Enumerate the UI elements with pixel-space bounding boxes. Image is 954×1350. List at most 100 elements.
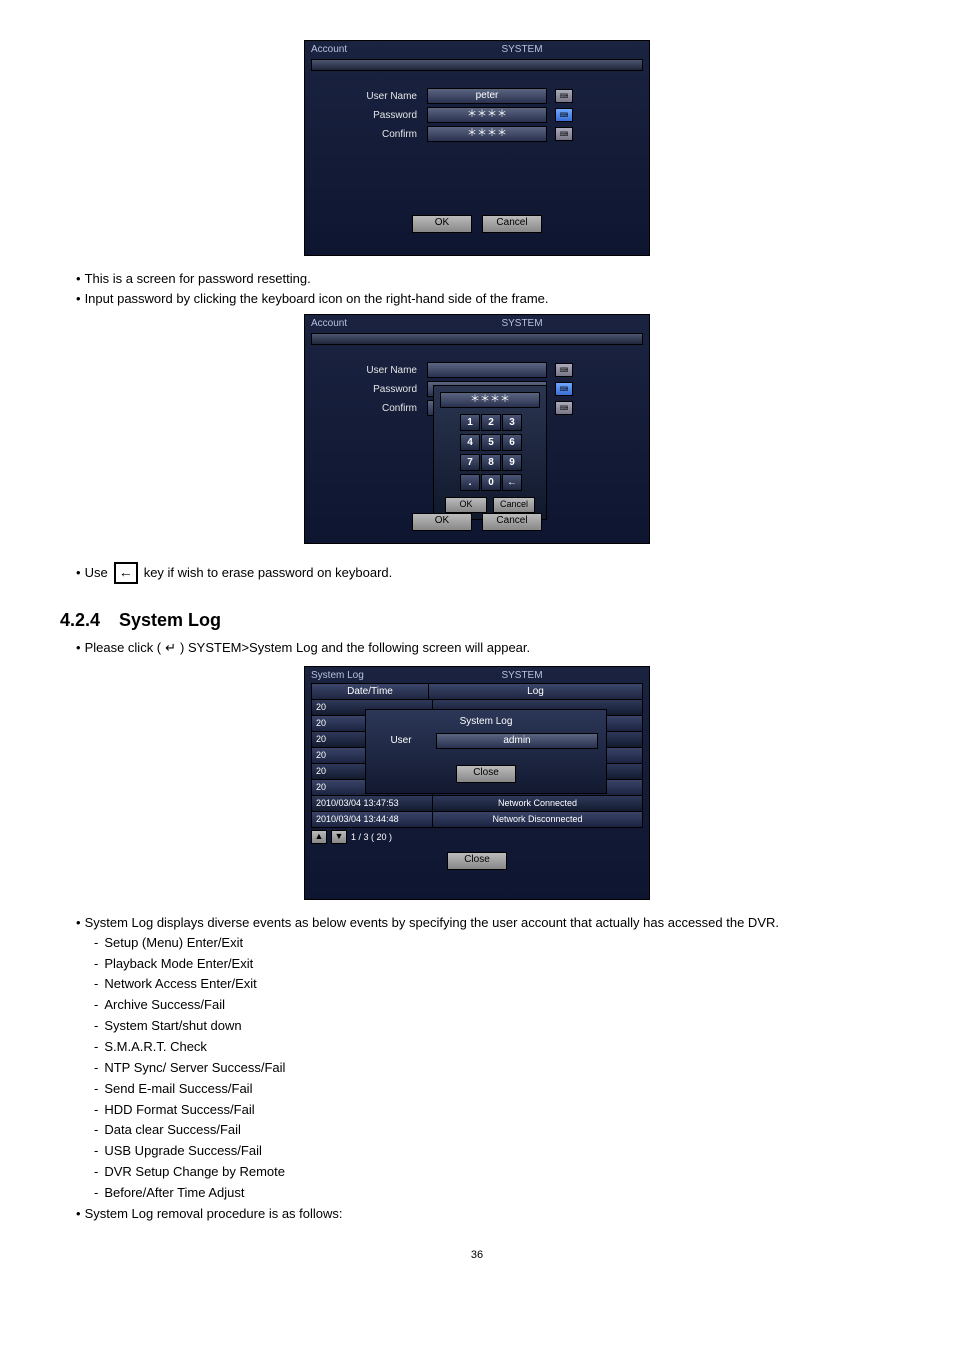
bullet-icon: •: [76, 639, 81, 657]
key-4[interactable]: 4: [460, 434, 480, 451]
bullet-icon: •: [76, 564, 81, 582]
keyboard-icon[interactable]: ⌨: [555, 382, 573, 396]
keyboard-icon[interactable]: ⌨: [555, 401, 573, 415]
row-username: User Name peter ⌨: [305, 88, 649, 104]
col-log: Log: [429, 684, 642, 699]
cell-date: 2010/03/04 13:44:48: [312, 812, 433, 827]
password-field[interactable]: ＊＊＊＊: [427, 107, 547, 123]
title-left: System Log: [311, 670, 401, 681]
dash-icon: -: [94, 934, 98, 953]
list-item-label: USB Upgrade Success/Fail: [104, 1142, 262, 1161]
dash-icon: -: [94, 1163, 98, 1182]
key-0[interactable]: 0: [481, 474, 501, 491]
list-item-label: Archive Success/Fail: [104, 996, 225, 1015]
dialog-titlebar: Account SYSTEM: [305, 41, 649, 57]
dialog-buttons: OK Cancel: [305, 503, 649, 537]
list-item: -Send E-mail Success/Fail: [94, 1080, 894, 1099]
list-item-label: System Start/shut down: [104, 1017, 241, 1036]
list-item-label: DVR Setup Change by Remote: [104, 1163, 285, 1182]
keyboard-icon[interactable]: ⌨: [555, 363, 573, 377]
dash-icon: -: [94, 1184, 98, 1203]
close-button[interactable]: Close: [447, 852, 507, 870]
section-number: 4.2.4: [60, 610, 114, 631]
ok-button[interactable]: OK: [412, 215, 472, 233]
text: Input password by clicking the keyboard …: [85, 290, 549, 308]
list-item: -DVR Setup Change by Remote: [94, 1163, 894, 1182]
dash-icon: -: [94, 1059, 98, 1078]
text: Use: [85, 564, 108, 582]
list-item-label: Network Access Enter/Exit: [104, 975, 256, 994]
list-item: -Archive Success/Fail: [94, 996, 894, 1015]
row-username: User Name ⌨: [305, 362, 649, 378]
confirm-label: Confirm: [329, 403, 427, 414]
close-row: Close: [311, 844, 643, 872]
keypad-display: ＊＊＊＊: [440, 392, 540, 408]
text: System Log displays diverse events as be…: [85, 914, 779, 932]
keyboard-icon[interactable]: ⌨: [555, 127, 573, 141]
key-7[interactable]: 7: [460, 454, 480, 471]
body-text: • Use ← key if wish to erase password on…: [76, 562, 894, 584]
bullet-icon: •: [76, 290, 81, 308]
key-9[interactable]: 9: [502, 454, 522, 471]
table-row[interactable]: 2010/03/04 13:44:48Network Disconnected: [311, 812, 643, 828]
section-title: System Log: [119, 610, 221, 630]
dash-icon: -: [94, 975, 98, 994]
dash-icon: -: [94, 996, 98, 1015]
title-center: SYSTEM: [401, 318, 643, 329]
cell-log: Network Disconnected: [433, 812, 642, 827]
key-3[interactable]: 3: [502, 414, 522, 431]
dialog-buttons: OK Cancel: [305, 205, 649, 239]
username-field[interactable]: peter: [427, 88, 547, 104]
dash-icon: -: [94, 1017, 98, 1036]
list-item-label: Data clear Success/Fail: [104, 1121, 241, 1140]
popup-buttons: Close: [374, 761, 598, 783]
username-field[interactable]: [427, 362, 547, 378]
popup-title: System Log: [374, 716, 598, 727]
list-item-label: Before/After Time Adjust: [104, 1184, 244, 1203]
list-item: -HDD Format Success/Fail: [94, 1101, 894, 1120]
key-1[interactable]: 1: [460, 414, 480, 431]
list-item: -USB Upgrade Success/Fail: [94, 1142, 894, 1161]
account-dialog-2: Account SYSTEM User Name ⌨ Password ⌨ Co…: [304, 314, 650, 544]
popup-close-button[interactable]: Close: [456, 765, 516, 783]
pager-up-button[interactable]: ▲: [311, 830, 327, 844]
key-backspace[interactable]: ←: [502, 474, 522, 491]
enter-icon: ↵: [165, 639, 176, 657]
body-text: • Input password by clicking the keyboar…: [76, 290, 894, 308]
cancel-button[interactable]: Cancel: [482, 513, 542, 531]
keyboard-icon[interactable]: ⌨: [555, 89, 573, 103]
list-item: -Setup (Menu) Enter/Exit: [94, 934, 894, 953]
list-item-label: HDD Format Success/Fail: [104, 1101, 254, 1120]
confirm-field[interactable]: ＊＊＊＊: [427, 126, 547, 142]
list-item-label: NTP Sync/ Server Success/Fail: [104, 1059, 285, 1078]
pager-down-button[interactable]: ▼: [331, 830, 347, 844]
key-8[interactable]: 8: [481, 454, 501, 471]
text: key if wish to erase password on keyboar…: [144, 564, 393, 582]
dash-icon: -: [94, 1101, 98, 1120]
dash-icon: -: [94, 1080, 98, 1099]
table-row[interactable]: 2010/03/04 13:47:53Network Connected: [311, 796, 643, 812]
username-label: User Name: [329, 365, 427, 376]
row-confirm: Confirm ＊＊＊＊ ⌨: [305, 126, 649, 142]
body-text: • System Log removal procedure is as fol…: [76, 1205, 894, 1223]
dash-icon: -: [94, 1038, 98, 1057]
list-item: -System Start/shut down: [94, 1017, 894, 1036]
pager-text: 1 / 3 ( 20 ): [351, 832, 392, 842]
key-6[interactable]: 6: [502, 434, 522, 451]
key-5[interactable]: 5: [481, 434, 501, 451]
ok-button[interactable]: OK: [412, 513, 472, 531]
popup-user-field[interactable]: admin: [436, 733, 598, 749]
dialog-titlebar: System Log SYSTEM: [305, 667, 649, 683]
dialog-titlebar: Account SYSTEM: [305, 315, 649, 331]
list-item: -S.M.A.R.T. Check: [94, 1038, 894, 1057]
key-dot[interactable]: .: [460, 474, 480, 491]
list-item-label: Setup (Menu) Enter/Exit: [104, 934, 243, 953]
keyboard-icon[interactable]: ⌨: [555, 108, 573, 122]
list-item: -Before/After Time Adjust: [94, 1184, 894, 1203]
cancel-button[interactable]: Cancel: [482, 215, 542, 233]
list-item: -Playback Mode Enter/Exit: [94, 955, 894, 974]
key-2[interactable]: 2: [481, 414, 501, 431]
system-log-popup: System Log User admin Close: [365, 709, 607, 794]
dash-icon: -: [94, 955, 98, 974]
page-number: 36: [60, 1249, 894, 1261]
